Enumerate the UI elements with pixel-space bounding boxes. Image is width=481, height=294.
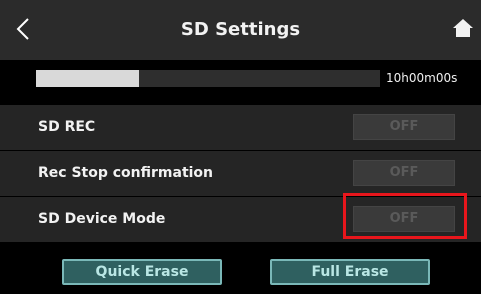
- quick-erase-button[interactable]: Quick Erase: [62, 259, 222, 285]
- storage-status: 10h00m00s: [0, 60, 481, 100]
- storage-bar: [36, 70, 380, 87]
- footer-bar: Quick Erase Full Erase: [0, 249, 481, 294]
- setting-row-rec-stop-confirmation: Rec Stop confirmation OFF: [0, 151, 481, 196]
- rec-stop-confirmation-toggle[interactable]: OFF: [353, 160, 455, 186]
- setting-row-sd-rec: SD REC OFF: [0, 105, 481, 150]
- storage-time-remaining: 10h00m00s: [386, 71, 458, 85]
- header-bar: SD Settings: [0, 0, 481, 60]
- full-erase-button[interactable]: Full Erase: [270, 259, 430, 285]
- setting-label: Rec Stop confirmation: [38, 165, 214, 181]
- sd-rec-toggle[interactable]: OFF: [353, 114, 455, 140]
- home-icon: [452, 17, 474, 43]
- home-button[interactable]: [450, 16, 476, 44]
- page-title: SD Settings: [180, 19, 301, 40]
- chevron-left-icon: [16, 17, 30, 45]
- storage-bar-fill: [36, 70, 140, 87]
- setting-label: SD Device Mode: [38, 211, 166, 227]
- back-button[interactable]: [10, 16, 36, 46]
- setting-label: SD REC: [38, 119, 96, 135]
- highlight-box: [343, 193, 467, 239]
